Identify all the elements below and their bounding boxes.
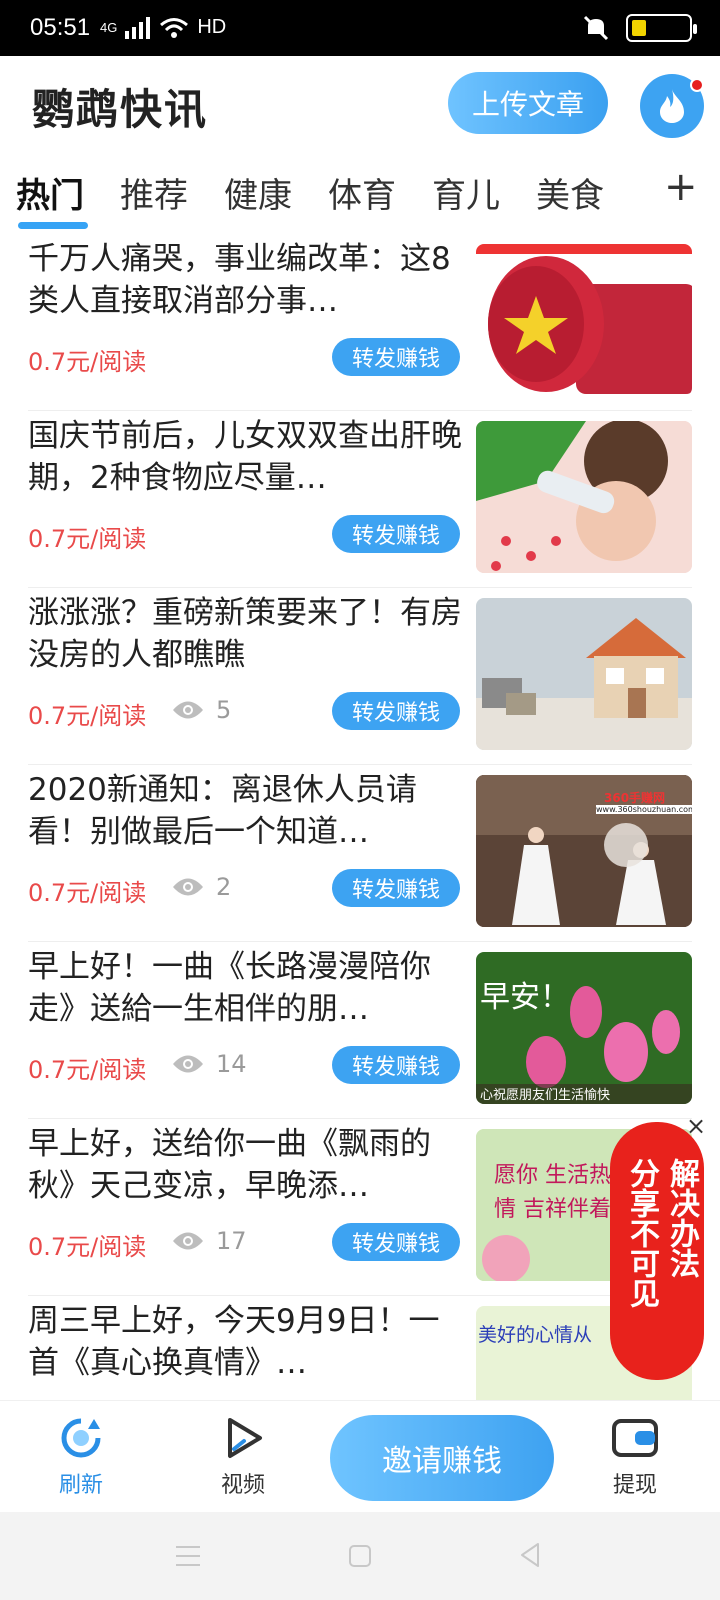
add-tab-button[interactable]: + (664, 164, 698, 210)
article-title[interactable]: 周三早上好，今天9月9日！一首《真心换真情》… (28, 1300, 464, 1384)
share-earn-button[interactable]: 转发赚钱 (332, 1223, 460, 1261)
watermark-text: 360手赚网 (604, 791, 666, 805)
eye-icon (173, 1055, 203, 1073)
system-nav-bar (0, 1512, 720, 1600)
tab-sports[interactable]: 体育 (328, 168, 396, 217)
house-image (476, 598, 692, 750)
price-per-read: 0.7元/阅读 (28, 702, 147, 730)
hd-label: HD (197, 16, 227, 38)
price-per-read: 0.7元/阅读 (28, 879, 147, 907)
eye-icon (173, 878, 203, 896)
refresh-icon (61, 1418, 101, 1458)
tab-health[interactable]: 健康 (224, 168, 292, 217)
thumb-greeting: 早安！ (480, 980, 570, 1015)
share-earn-button[interactable]: 转发赚钱 (332, 1046, 460, 1084)
thumb-caption: 心祝愿朋友们生活愉快 (480, 1088, 611, 1103)
article-title[interactable]: 早上好！一曲《长路漫漫陪你走》送給一生相伴的朋… (28, 946, 464, 1030)
article-thumbnail[interactable] (476, 244, 692, 396)
banner-text-right: 解决办法 (664, 1158, 699, 1278)
back-icon[interactable] (518, 1542, 542, 1568)
share-earn-button[interactable]: 转发赚钱 (332, 338, 460, 376)
watermark-url: www.360shouzhuan.com (596, 805, 692, 814)
eye-icon (173, 1232, 203, 1250)
nav-withdraw[interactable]: 提现 (590, 1415, 680, 1499)
app-header: 鹦鹉快讯 上传文章 (0, 56, 720, 156)
tab-recommended[interactable]: 推荐 (120, 168, 188, 217)
article-title[interactable]: 2020新通知：离退休人员请看！别做最后一个知道… (28, 769, 464, 853)
article-item[interactable]: 千万人痛哭，事业编改革：这8类人直接取消部分事… 0.7元/阅读 转发赚钱 (28, 240, 692, 411)
stamp-image (476, 244, 692, 394)
article-thumbnail[interactable]: 360手赚网 www.360shouzhuan.com (476, 775, 692, 927)
price-per-read: 0.7元/阅读 (28, 348, 147, 376)
article-item[interactable]: 2020新通知：离退休人员请看！别做最后一个知道… 0.7元/阅读 2 转发赚钱… (28, 765, 692, 942)
signal-icon (125, 16, 151, 39)
tab-hot[interactable]: 热门 (16, 168, 84, 217)
view-count: 2 (216, 873, 232, 901)
kids-image (476, 421, 692, 573)
status-time: 05:51 (30, 14, 91, 41)
article-title[interactable]: 涨涨涨？重磅新策要来了！有房没房的人都瞧瞧 (28, 592, 464, 676)
battery-icon (626, 14, 697, 42)
price-per-read: 0.7元/阅读 (28, 1056, 147, 1084)
upload-article-button[interactable]: 上传文章 (448, 72, 608, 134)
share-earn-button[interactable]: 转发赚钱 (332, 692, 460, 730)
article-item[interactable]: 周三早上好，今天9月9日！一首《真心换真情》… 美好的心情从 (28, 1296, 692, 1400)
network-type: 4G (100, 20, 118, 35)
close-banner-button[interactable]: × (686, 1112, 706, 1140)
hot-button[interactable] (640, 74, 704, 138)
nav-refresh[interactable]: 刷新 (36, 1415, 126, 1499)
article-item[interactable]: 早上好！一曲《长路漫漫陪你走》送給一生相伴的朋… 0.7元/阅读 14 转发赚钱… (28, 942, 692, 1119)
view-count: 17 (216, 1227, 247, 1255)
article-item[interactable]: 涨涨涨？重磅新策要来了！有房没房的人都瞧瞧 0.7元/阅读 5 转发赚钱 (28, 588, 692, 765)
status-bar: 05:51 4G HD (0, 0, 720, 56)
category-tabs: 热门 推荐 健康 体育 育儿 美食 + (0, 160, 720, 232)
app-title: 鹦鹉快讯 (32, 85, 209, 134)
invite-earn-button[interactable]: 邀请赚钱 (330, 1415, 554, 1501)
thumb-greeting: 美好的心情从 (478, 1324, 593, 1346)
share-earn-button[interactable]: 转发赚钱 (332, 869, 460, 907)
wifi-icon (160, 17, 189, 38)
article-title[interactable]: 千万人痛哭，事业编改革：这8类人直接取消部分事… (28, 240, 464, 322)
fix-share-banner[interactable]: 解决办法 分享不可见 (610, 1122, 704, 1380)
nav-refresh-label: 刷新 (58, 1473, 103, 1498)
view-count: 14 (216, 1050, 247, 1078)
bottom-navigation: 刷新 视频 邀请赚钱 提现 (0, 1400, 720, 1512)
wallet-icon (612, 1419, 658, 1457)
article-title[interactable]: 早上好，送给你一曲《飘雨的秋》天己变凉，早晚添… (28, 1123, 464, 1207)
active-tab-indicator (18, 222, 88, 229)
article-title[interactable]: 国庆节前后，儿女双双查出肝晚期，2种食物应尽量… (28, 415, 464, 499)
tab-food[interactable]: 美食 (536, 168, 604, 217)
home-icon[interactable] (348, 1544, 372, 1568)
thumb-greeting: 愿你 生活热情 吉祥伴着 (494, 1163, 611, 1222)
menu-icon[interactable] (174, 1544, 202, 1568)
article-item[interactable]: 国庆节前后，儿女双双查出肝晚期，2种食物应尽量… 0.7元/阅读 转发赚钱 (28, 411, 692, 588)
notification-dot (690, 78, 704, 92)
share-earn-button[interactable]: 转发赚钱 (332, 515, 460, 553)
view-count: 5 (216, 696, 232, 724)
tab-parenting[interactable]: 育儿 (432, 168, 500, 217)
nav-withdraw-label: 提现 (612, 1473, 657, 1498)
article-thumbnail[interactable] (476, 421, 692, 573)
banner-text-left: 分享不可见 (624, 1158, 659, 1308)
price-per-read: 0.7元/阅读 (28, 525, 147, 553)
eye-icon (173, 701, 203, 719)
flame-icon (660, 89, 684, 123)
price-per-read: 0.7元/阅读 (28, 1233, 147, 1261)
play-icon (228, 1418, 262, 1458)
article-thumbnail[interactable]: 早安！ 心祝愿朋友们生活愉快 (476, 952, 692, 1104)
mute-icon (583, 15, 609, 41)
nav-video-label: 视频 (220, 1473, 265, 1498)
nav-video[interactable]: 视频 (198, 1415, 288, 1499)
article-item[interactable]: 早上好，送给你一曲《飘雨的秋》天己变凉，早晚添… 0.7元/阅读 17 转发赚钱… (28, 1119, 692, 1296)
article-thumbnail[interactable] (476, 598, 692, 750)
